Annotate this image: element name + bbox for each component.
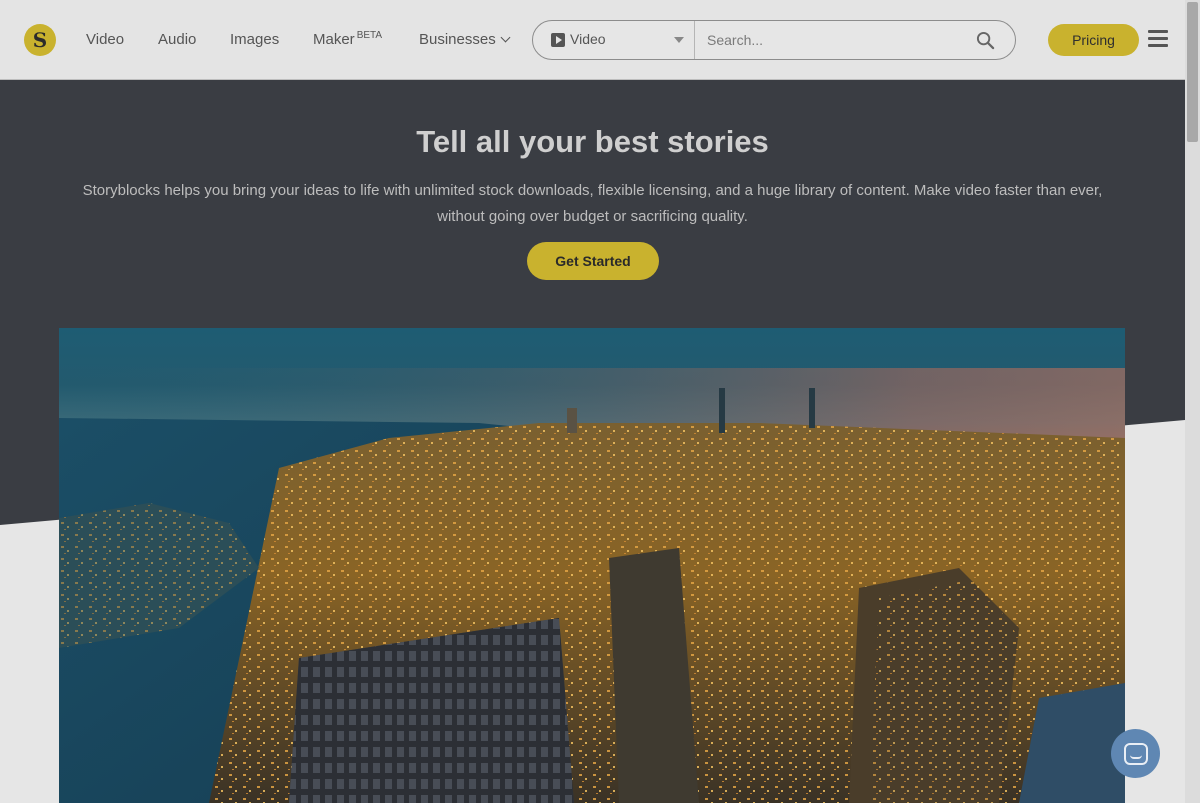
chevron-down-icon [500, 32, 511, 43]
page-scrollbar[interactable] [1185, 0, 1200, 803]
search-bar: Video [532, 20, 1016, 60]
hero-title: Tell all your best stories [416, 124, 769, 159]
storyblocks-logo[interactable]: S [24, 24, 56, 56]
chat-icon [1123, 742, 1148, 765]
caret-down-icon [674, 37, 684, 43]
pricing-button[interactable]: Pricing [1048, 24, 1139, 56]
scrollbar-thumb[interactable] [1187, 2, 1198, 142]
hamburger-menu-icon[interactable] [1148, 30, 1168, 48]
site-header: S Video Audio Images Maker BETA Businesse… [0, 0, 1185, 80]
nav-businesses[interactable]: Businesses [419, 31, 511, 49]
search-input[interactable] [707, 30, 967, 50]
nav-audio-label: Audio [158, 31, 197, 48]
chat-support-button[interactable] [1111, 729, 1160, 778]
search-icon[interactable] [976, 31, 995, 50]
search-type-select[interactable]: Video [533, 21, 695, 59]
nav-maker[interactable]: Maker BETA [313, 30, 383, 49]
hero-section: Tell all your best stories Storyblocks h… [0, 80, 1185, 803]
nav-video-label: Video [86, 31, 125, 48]
hero-video-cityscape[interactable] [59, 328, 1125, 803]
get-started-button[interactable]: Get Started [527, 242, 659, 280]
search-type-label: Video [570, 31, 606, 47]
nav-images[interactable]: Images [230, 31, 279, 49]
nav-businesses-label: Businesses [419, 31, 496, 48]
hero-subtitle: Storyblocks helps you bring your ideas t… [82, 182, 1103, 225]
nav-maker-label: Maker [313, 31, 355, 48]
beta-badge: BETA [356, 30, 383, 41]
nav-images-label: Images [230, 31, 280, 48]
video-play-icon [551, 33, 565, 47]
city-skyline-image [59, 328, 1125, 803]
nav-video[interactable]: Video [86, 31, 124, 49]
nav-audio[interactable]: Audio [158, 31, 196, 49]
logo-letter: S [32, 28, 48, 52]
